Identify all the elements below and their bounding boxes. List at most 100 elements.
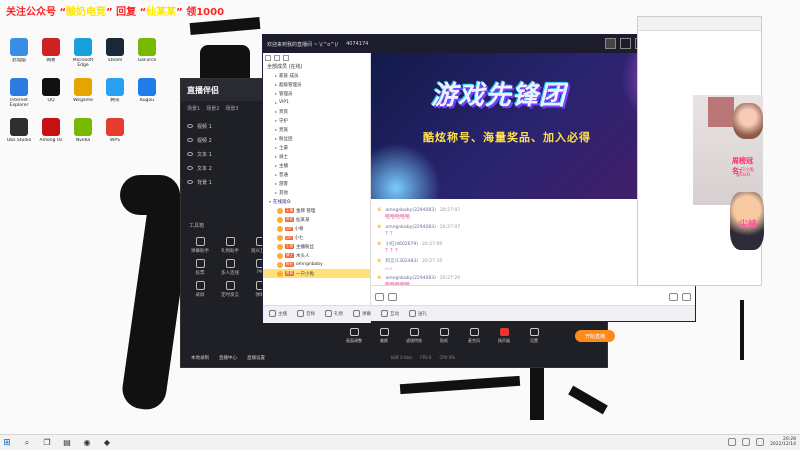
live-preview-window[interactable]: 周榜冠名: 一只小兔@OvO 尖峰 xyxy=(637,16,764,286)
desktop-icon[interactable]: Obs Studio xyxy=(4,118,34,154)
volume-icon[interactable] xyxy=(742,438,751,446)
chevron-down-icon[interactable] xyxy=(682,292,691,301)
desktop-icon[interactable]: Wegame xyxy=(68,78,98,114)
member-item[interactable]: 粉丝 omngnbaby xyxy=(263,260,370,269)
system-clock[interactable]: 20:28 2022/12/14 xyxy=(770,437,796,447)
start-live-button[interactable]: 开始直播 xyxy=(575,330,615,342)
source-item[interactable]: 视频 1 xyxy=(185,119,265,133)
tab-scene-1[interactable]: 场景1 xyxy=(187,105,200,112)
desktop-icon[interactable]: Nvidia xyxy=(68,118,98,154)
toolbox-item[interactable]: 定时发言 xyxy=(215,278,245,300)
member-group[interactable]: ▸ 游客 xyxy=(263,179,370,188)
room-toolbar-item[interactable]: 弹幕 xyxy=(353,310,371,317)
room-titlebar[interactable]: 欢迎来到我的直播间 ~ \(^o^)/ 4074174 xyxy=(263,35,695,53)
member-group[interactable]: ▸ 贵宾 xyxy=(263,107,370,116)
desktop-icon[interactable]: QQ xyxy=(36,78,66,114)
member-group[interactable]: ▸ 超级管理员 xyxy=(263,80,370,89)
member-group[interactable]: ▸ 普通 xyxy=(263,170,370,179)
member-item[interactable]: VIP 小骨 xyxy=(263,224,370,233)
member-item[interactable]: 土豪 主播粉丝 xyxy=(263,242,370,251)
source-item[interactable]: 视频 2 xyxy=(185,133,265,147)
member-filter-icon[interactable] xyxy=(265,55,271,61)
member-item[interactable]: 贵族 一只小兔 xyxy=(263,269,370,278)
desktop-icon[interactable]: WPS xyxy=(100,118,130,154)
desktop-icon[interactable]: 网易 xyxy=(36,38,66,74)
member-group[interactable]: ▸ 其他 xyxy=(263,188,370,197)
desktop-icon[interactable]: GeForce xyxy=(132,38,162,74)
desktop-icon[interactable]: Internet Explorer xyxy=(4,78,34,114)
network-icon[interactable] xyxy=(728,438,737,446)
control-button[interactable]: 扬声器 xyxy=(491,328,517,344)
search-icon[interactable]: ⌕ xyxy=(22,438,32,448)
message-user[interactable]: omngnbaby(2294083) xyxy=(385,276,435,281)
toolbox-item[interactable]: 弹幕助手 xyxy=(185,234,215,256)
member-group[interactable]: ▸ 土豪 xyxy=(263,143,370,152)
member-group[interactable]: ▸ 主播 xyxy=(263,161,370,170)
message-user[interactable]: omngnbaby(2294083) xyxy=(385,225,435,230)
member-group[interactable]: ▸ 管理员 xyxy=(263,89,370,98)
status-item[interactable]: 本地录制 xyxy=(191,355,209,361)
member-item[interactable]: 主播 金牌 管理 xyxy=(263,206,370,215)
app-icon[interactable]: ◆ xyxy=(102,438,112,448)
toolbox-item[interactable]: 投票 xyxy=(185,256,215,278)
member-group[interactable]: ▸ VIP1 xyxy=(263,98,370,107)
source-item[interactable]: 文本 1 xyxy=(185,147,265,161)
member-group[interactable]: ▸ 守护 xyxy=(263,116,370,125)
member-item[interactable]: VIP 小七 xyxy=(263,233,370,242)
explorer-icon[interactable]: ▤ xyxy=(62,438,72,448)
control-button[interactable]: 麦克风 xyxy=(461,328,487,344)
window-icon[interactable] xyxy=(620,38,631,49)
member-sort-icon[interactable] xyxy=(283,55,289,61)
room-toolbar-item[interactable]: 送礼 xyxy=(409,310,427,317)
desktop-icon[interactable]: 腾讯 xyxy=(100,78,130,114)
source-item[interactable]: 文本 2 xyxy=(185,161,265,175)
control-button[interactable]: 贴纸 xyxy=(431,328,457,344)
message-user[interactable]: omngnbaby(2294083) xyxy=(385,208,435,213)
desktop-icon[interactable]: Steam xyxy=(100,38,130,74)
room-toolbar-item[interactable]: 互动 xyxy=(381,310,399,317)
control-button[interactable]: 画面调整 xyxy=(341,328,367,344)
send-icon[interactable] xyxy=(669,292,678,301)
eye-icon[interactable] xyxy=(187,138,193,142)
member-search-icon[interactable] xyxy=(274,55,280,61)
member-group[interactable]: ▾ 在线观众 xyxy=(263,197,370,206)
toolbox-item[interactable]: 礼物助手 xyxy=(215,234,245,256)
live-preview-topbar[interactable] xyxy=(638,17,761,31)
live-room-window[interactable]: 欢迎来到我的直播间 ~ \(^o^)/ 4074174 全部成员 (在线) ▸ 家… xyxy=(262,34,696,323)
app-icon[interactable]: ◉ xyxy=(82,438,92,448)
control-button[interactable]: 设置 xyxy=(521,328,547,344)
desktop-icon[interactable]: Kugou xyxy=(132,78,162,114)
eye-icon[interactable] xyxy=(187,124,193,128)
emoji-icon[interactable] xyxy=(388,292,397,301)
home-icon[interactable] xyxy=(605,38,616,49)
member-group[interactable]: ▸ 家族 成员 xyxy=(263,71,370,80)
member-item[interactable]: 贵宾 仙某某 xyxy=(263,215,370,224)
ime-icon[interactable] xyxy=(756,438,765,446)
windows-start-icon[interactable]: ⊞ xyxy=(2,438,12,448)
desktop-icon[interactable]: 此电脑 xyxy=(4,38,34,74)
eye-icon[interactable] xyxy=(187,180,193,184)
tab-scene-3[interactable]: 场景3 xyxy=(225,105,238,112)
image-icon[interactable] xyxy=(375,292,384,301)
source-item[interactable]: 背景 1 xyxy=(185,175,265,189)
control-button[interactable]: 滤镜特效 xyxy=(401,328,427,344)
chat-input[interactable] xyxy=(401,290,665,303)
task-view-icon[interactable]: ❐ xyxy=(42,438,52,448)
desktop-icon[interactable]: Microsoft Edge xyxy=(68,38,98,74)
status-item[interactable]: 直播中心 xyxy=(219,355,237,361)
room-toolbar-item[interactable]: 主播 xyxy=(269,310,287,317)
eye-icon[interactable] xyxy=(187,152,193,156)
room-toolbar-item[interactable]: 礼物 xyxy=(325,310,343,317)
member-group[interactable]: ▸ 贵族 xyxy=(263,125,370,134)
toolbox-item[interactable]: 录屏 xyxy=(185,278,215,300)
control-button[interactable]: 美颜 xyxy=(371,328,397,344)
toolbox-item[interactable]: 多人连线 xyxy=(215,256,245,278)
status-item[interactable]: 直播设置 xyxy=(247,355,265,361)
member-item[interactable]: 骑士 木头人 xyxy=(263,251,370,260)
room-toolbar-item[interactable]: 音频 xyxy=(297,310,315,317)
member-group[interactable]: ▸ 骑士 xyxy=(263,152,370,161)
desktop-icon[interactable]: Among Us xyxy=(36,118,66,154)
eye-icon[interactable] xyxy=(187,166,193,170)
tab-scene-2[interactable]: 场景2 xyxy=(206,105,219,112)
member-group[interactable]: ▸ 粉丝团 xyxy=(263,134,370,143)
